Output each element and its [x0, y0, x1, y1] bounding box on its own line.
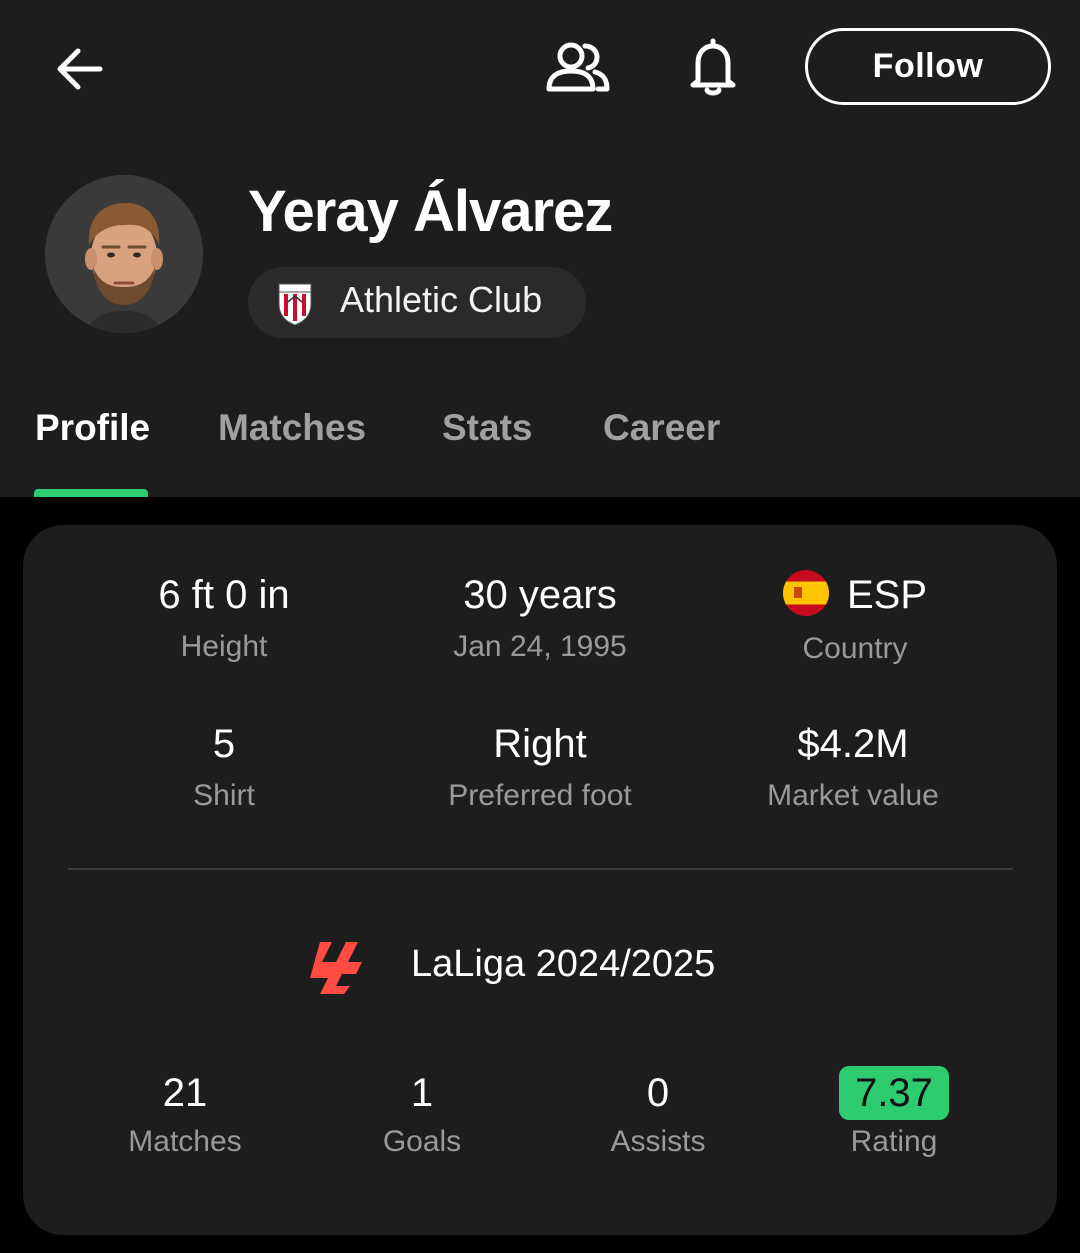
arrow-left-icon	[57, 48, 103, 90]
country-label: Country	[802, 632, 908, 666]
market-value: $4.2M	[797, 722, 909, 766]
market-value-label: Market value	[767, 779, 939, 812]
league-header[interactable]: LaLiga 2024/2025	[23, 937, 1057, 997]
shirt-label: Shirt	[193, 779, 255, 812]
country-value: ESP	[846, 573, 928, 617]
league-season-title: LaLiga 2024/2025	[411, 943, 716, 985]
height-label: Height	[180, 630, 268, 663]
player-photo	[45, 175, 203, 333]
tab-career[interactable]: Career	[603, 407, 720, 449]
tab-profile[interactable]: Profile	[35, 407, 150, 449]
goals-value: 1	[410, 1071, 434, 1115]
squad-button[interactable]	[540, 34, 616, 100]
age-value: 30 years	[463, 573, 617, 617]
player-avatar	[45, 175, 203, 333]
season-rating-stat: 7.37 Rating	[774, 1065, 1014, 1159]
height-stat: 6 ft 0 in Height	[64, 573, 384, 664]
bell-icon	[690, 38, 736, 96]
shirt-stat: 5 Shirt	[64, 722, 384, 813]
back-button[interactable]	[46, 36, 112, 102]
age-stat: 30 years Jan 24, 1995	[380, 573, 700, 664]
follow-button[interactable]: Follow	[805, 28, 1051, 105]
assists-label: Assists	[610, 1125, 706, 1158]
rating-label: Rating	[850, 1125, 938, 1158]
shirt-value: 5	[212, 722, 236, 766]
birth-date: Jan 24, 1995	[453, 630, 627, 663]
laliga-logo-icon	[310, 942, 362, 994]
tab-matches[interactable]: Matches	[218, 407, 366, 449]
foot-label: Preferred foot	[448, 779, 632, 812]
foot-stat: Right Preferred foot	[380, 722, 700, 813]
matches-value: 21	[162, 1071, 208, 1115]
height-value: 6 ft 0 in	[158, 573, 290, 617]
country-stat: ESP Country	[695, 570, 1015, 666]
matches-label: Matches	[128, 1125, 242, 1158]
season-matches-stat: 21 Matches	[65, 1065, 305, 1159]
player-name: Yeray Álvarez	[248, 179, 613, 244]
rating-badge: 7.37	[839, 1066, 949, 1120]
active-tab-indicator	[34, 489, 148, 497]
club-name: Athletic Club	[340, 279, 543, 320]
market-value-stat: $4.2M Market value	[693, 722, 1013, 813]
foot-value: Right	[493, 722, 587, 766]
club-chip[interactable]: Athletic Club	[248, 267, 586, 338]
profile-card: 6 ft 0 in Height 30 years Jan 24, 1995 E…	[23, 525, 1057, 1235]
athletic-club-crest-icon	[278, 283, 312, 326]
goals-label: Goals	[382, 1125, 462, 1158]
tab-bar: Profile Matches Stats Career	[0, 400, 1080, 497]
season-assists-stat: 0 Assists	[538, 1065, 778, 1159]
notifications-button[interactable]	[680, 32, 746, 102]
divider	[68, 868, 1013, 870]
people-icon	[546, 42, 610, 92]
tab-stats[interactable]: Stats	[442, 407, 532, 449]
assists-value: 0	[646, 1071, 670, 1115]
season-goals-stat: 1 Goals	[302, 1065, 542, 1159]
spain-flag-icon	[782, 570, 829, 617]
player-header: Follow Yeray Álvarez Athletic Club Profi…	[0, 0, 1080, 497]
